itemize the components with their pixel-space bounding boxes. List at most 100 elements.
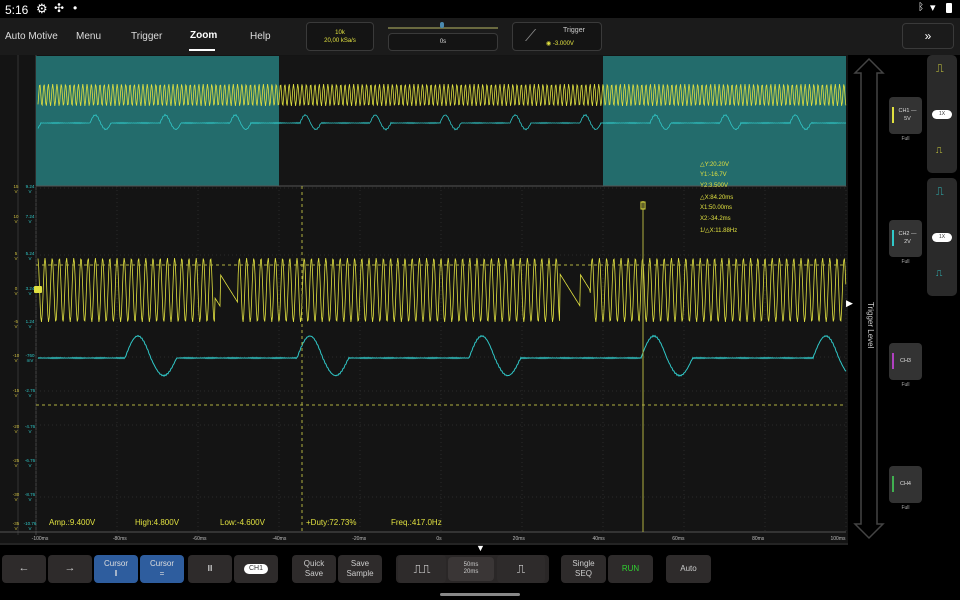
sampling-box[interactable]: 10k 20,00 kSa/s: [306, 22, 374, 51]
ch3-mode: Full: [901, 382, 910, 388]
ch2-axis-label: -2.76 V: [24, 388, 36, 398]
timebase-offset: 0s: [439, 39, 447, 45]
ch2-scale-down-icon[interactable]: ⎍: [936, 268, 942, 279]
save-sample-button[interactable]: Save Sample: [338, 555, 382, 583]
trigger-box[interactable]: ⟋ Trigger ◉ -3.000V: [512, 22, 602, 51]
single-seq-button[interactable]: Single SEQ: [561, 555, 606, 583]
measure-frequency: Freq.:417.0Hz: [391, 518, 442, 527]
menu-zoom[interactable]: Zoom: [190, 30, 217, 41]
zoom-window-left-shade: [36, 56, 279, 186]
timebase-position-marker[interactable]: [440, 22, 444, 28]
run-button[interactable]: RUN: [608, 555, 653, 583]
ch1-scale-down-icon[interactable]: ⎍: [936, 145, 942, 156]
sample-points: 10k: [335, 30, 345, 36]
trigger-level-label: Trigger Level: [866, 302, 875, 349]
wifi-icon: ▾: [930, 2, 936, 14]
timebase-display: 50ms 20ms: [448, 557, 494, 581]
time-axis-label: -40ms: [272, 536, 287, 542]
dot-icon: •: [73, 1, 78, 15]
cursor-y1: Y1:-16.7V: [700, 172, 727, 178]
cursor-delta-y: △Y:20.20V: [700, 162, 729, 168]
time-axis-label: -60ms: [192, 536, 207, 542]
menu-auto-motive[interactable]: Auto Motive: [5, 31, 58, 42]
waveform-canvas[interactable]: [0, 55, 848, 545]
measure-low: Low:-4.600V: [220, 518, 265, 527]
clock: 5:16: [5, 3, 29, 17]
bluetooth-icon: ᛒ: [918, 2, 924, 13]
menu-menu[interactable]: Menu: [76, 31, 101, 42]
cursor-y2: Y2:3.500V: [700, 183, 729, 189]
trigger-level-value: ◉ -3.000V: [546, 41, 574, 47]
scroll-left-button[interactable]: ←: [2, 555, 46, 583]
ch1-probe-panel: ⎍ 1X ⎍: [927, 55, 957, 173]
ch2-axis-label: -6.76 V: [24, 458, 36, 468]
time-axis-label: -80ms: [112, 536, 127, 542]
ch4-label: CH4: [899, 480, 911, 487]
scroll-right-button[interactable]: →: [48, 555, 92, 583]
ch1-scale-up-icon[interactable]: ⎍: [936, 63, 944, 76]
ch2-button[interactable]: CH2 — 2V: [889, 220, 922, 257]
ch2-axis-label: -10.76 V: [23, 521, 37, 531]
measure-duty: +Duty:72.73%: [306, 518, 357, 527]
auto-button[interactable]: Auto: [666, 555, 711, 583]
menu-trigger[interactable]: Trigger: [131, 31, 162, 42]
trigger-level-slider[interactable]: Trigger Level: [853, 57, 885, 540]
ch2-axis-label: -8.76 V: [24, 492, 36, 502]
waveform-display[interactable]: [0, 55, 848, 545]
time-axis-label: 80ms: [752, 536, 765, 542]
vertical-cursor-button[interactable]: Cursor ‖: [94, 555, 138, 583]
channel-select-button[interactable]: CH1: [234, 555, 278, 583]
quick-save-button[interactable]: Quick Save: [292, 555, 336, 583]
sample-rate: 20,00 kSa/s: [324, 37, 356, 44]
time-axis-label: 40ms: [592, 536, 605, 542]
time-axis-label: 60ms: [672, 536, 685, 542]
ch1-label: CH1 — 5V: [898, 108, 917, 122]
ch2-axis-label: 1.24 V: [25, 319, 35, 329]
timebase-offset-box[interactable]: 0s: [388, 33, 498, 51]
ch4-color: [892, 476, 894, 492]
ch2-axis-label: -760 mV: [25, 353, 35, 363]
trigger-position-marker[interactable]: ▼: [476, 543, 485, 553]
timebase-zoom-in-button[interactable]: ⎍: [497, 555, 545, 583]
time-axis-label: 0s: [436, 536, 442, 542]
menu-help[interactable]: Help: [250, 31, 271, 42]
time-axis-label: -20ms: [352, 536, 367, 542]
cursor-off-button[interactable]: Ⅲ: [188, 555, 232, 583]
ch2-mode: Full: [901, 259, 910, 265]
ch4-button[interactable]: CH4: [889, 466, 922, 503]
trigger-level-marker[interactable]: ▶: [846, 298, 853, 309]
ch2-trace: [37, 334, 847, 378]
ch2-axis-label: 9.24 V: [25, 184, 35, 194]
ch2-axis-label: 3.24 V: [25, 286, 35, 296]
ch3-label: CH3: [899, 357, 911, 364]
cursor-x2: X2:-34.2ms: [700, 216, 731, 222]
trigger-title: Trigger: [563, 27, 585, 34]
ch2-probe-toggle[interactable]: 1X: [932, 233, 952, 242]
battery-icon: [946, 3, 952, 13]
ch3-color: [892, 353, 894, 369]
cursor-delta-x: △X:84.20ms: [700, 195, 734, 201]
settings-icon: ⚙: [36, 1, 48, 16]
home-indicator: [440, 593, 520, 596]
cursor-x1: X1:50.00ms: [700, 205, 733, 211]
timebase-zoom-out-button[interactable]: ⎍⎍: [398, 555, 446, 583]
ch1-color: [892, 107, 894, 123]
time-axis-label: 20ms: [512, 536, 525, 542]
ch2-label: CH2 — 2V: [898, 231, 917, 245]
collapse-button[interactable]: »: [902, 23, 954, 49]
ch2-axis-label: 5.24 V: [25, 251, 35, 261]
cursor-frequency: 1/△X:11.88Hz: [700, 228, 738, 234]
ch2-scale-up-icon[interactable]: ⎍: [936, 186, 944, 199]
time-axis-label: 100ms: [830, 536, 846, 542]
rising-edge-icon: ⟋: [525, 28, 537, 45]
ch1-probe-toggle[interactable]: 1X: [932, 110, 952, 119]
ch2-probe-panel: ⎍ 1X ⎍: [927, 178, 957, 296]
status-bar: 5:16 ⚙ ✣ • ᛒ ▾: [0, 0, 960, 18]
active-tab-indicator: [189, 49, 215, 51]
horizontal-cursor-button[interactable]: Cursor =: [140, 555, 184, 583]
ch2-axis-label: -4.76 V: [24, 424, 36, 434]
ch2-axis-label: 7.24 V: [25, 214, 35, 224]
ch3-button[interactable]: CH3: [889, 343, 922, 380]
ch1-button[interactable]: CH1 — 5V: [889, 97, 922, 134]
ch1-mode: Full: [901, 136, 910, 142]
